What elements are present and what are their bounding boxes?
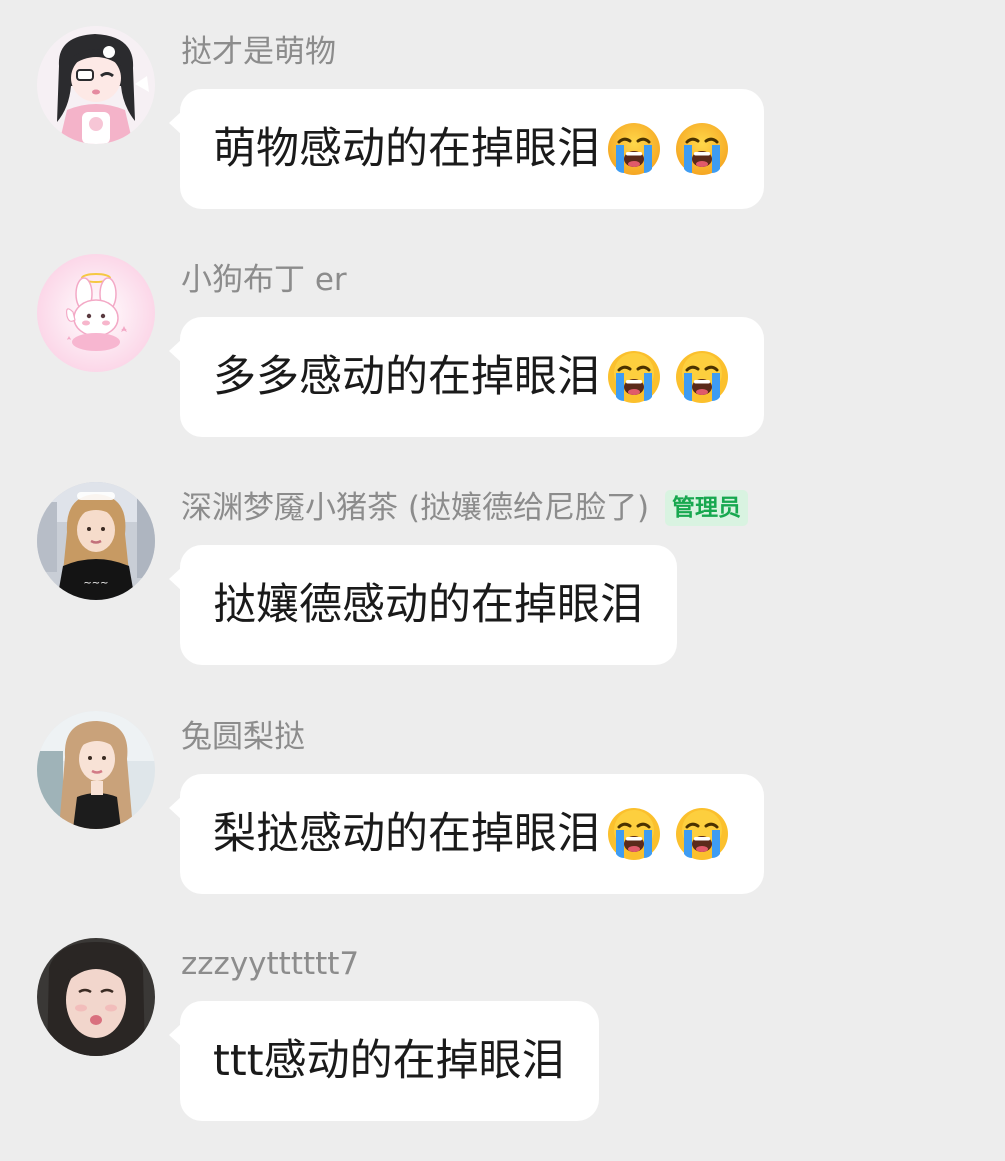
avatar[interactable] bbox=[37, 711, 155, 829]
anime-girl-avatar-icon bbox=[37, 26, 155, 144]
loudly-crying-face-icon bbox=[674, 121, 730, 177]
selfie-avatar-icon bbox=[37, 938, 155, 1056]
girl-photo-avatar-icon: ~~~ bbox=[37, 482, 155, 600]
message-bubble[interactable]: 梨挞感动的在掉眼泪 bbox=[169, 774, 764, 894]
svg-text:~~~: ~~~ bbox=[83, 578, 108, 589]
message-text: ttt感动的在掉眼泪 bbox=[213, 1036, 565, 1086]
avatar[interactable]: ~~~ bbox=[37, 482, 155, 600]
message-text: 梨挞感动的在掉眼泪 bbox=[213, 809, 600, 859]
chat-message: ~~~ 深渊梦魇小猪茶 (挞孃德给尼脸了) 管理员 挞孃德感动的在掉眼泪 bbox=[0, 456, 1005, 665]
avatar[interactable] bbox=[37, 254, 155, 372]
loudly-crying-face-icon bbox=[674, 349, 730, 405]
sender-row: 深渊梦魇小猪茶 (挞孃德给尼脸了) 管理员 bbox=[181, 486, 749, 530]
sender-name[interactable]: 小狗布丁 er bbox=[181, 258, 347, 302]
sender-row: 小狗布丁 er bbox=[181, 258, 347, 302]
chat-message: zzzyytttttt7 ttt感动的在掉眼泪 bbox=[0, 912, 1005, 1121]
emoji-group bbox=[602, 349, 730, 405]
avatar[interactable] bbox=[37, 26, 155, 144]
sender-name[interactable]: 深渊梦魇小猪茶 (挞孃德给尼脸了) bbox=[181, 486, 649, 530]
emoji-group bbox=[602, 121, 730, 177]
message-bubble[interactable]: 多多感动的在掉眼泪 bbox=[169, 317, 764, 437]
avatar[interactable] bbox=[37, 938, 155, 1056]
message-bubble[interactable]: ttt感动的在掉眼泪 bbox=[169, 1001, 599, 1121]
bunny-angel-avatar-icon bbox=[37, 254, 155, 372]
sender-row: 挞才是萌物 bbox=[181, 30, 336, 74]
sender-name[interactable]: zzzyytttttt7 bbox=[181, 942, 359, 986]
girl-portrait-avatar-icon bbox=[37, 711, 155, 829]
admin-role-badge: 管理员 bbox=[665, 490, 749, 526]
sender-row: 兔圆梨挞 bbox=[181, 715, 305, 759]
loudly-crying-face-icon bbox=[674, 806, 730, 862]
loudly-crying-face-icon bbox=[606, 349, 662, 405]
sender-name[interactable]: 兔圆梨挞 bbox=[181, 715, 305, 759]
chat-message: 兔圆梨挞 梨挞感动的在掉眼泪 bbox=[0, 685, 1005, 894]
chat-message: 挞才是萌物 萌物感动的在掉眼泪 bbox=[0, 0, 1005, 209]
message-bubble[interactable]: 萌物感动的在掉眼泪 bbox=[169, 89, 764, 209]
message-text: 多多感动的在掉眼泪 bbox=[213, 352, 600, 402]
loudly-crying-face-icon bbox=[606, 806, 662, 862]
message-text: 挞孃德感动的在掉眼泪 bbox=[213, 580, 643, 630]
message-text: 萌物感动的在掉眼泪 bbox=[213, 124, 600, 174]
chat-message: 小狗布丁 er 多多感动的在掉眼泪 bbox=[0, 228, 1005, 437]
message-bubble[interactable]: 挞孃德感动的在掉眼泪 bbox=[169, 545, 677, 665]
emoji-group bbox=[602, 806, 730, 862]
sender-row: zzzyytttttt7 bbox=[181, 942, 359, 986]
chat-message-list: 挞才是萌物 萌物感动的在掉眼泪 小狗布丁 er 多多感动的在掉眼泪 ~~~ 深渊… bbox=[0, 0, 1005, 1161]
loudly-crying-face-icon bbox=[606, 121, 662, 177]
sender-name[interactable]: 挞才是萌物 bbox=[181, 30, 336, 74]
